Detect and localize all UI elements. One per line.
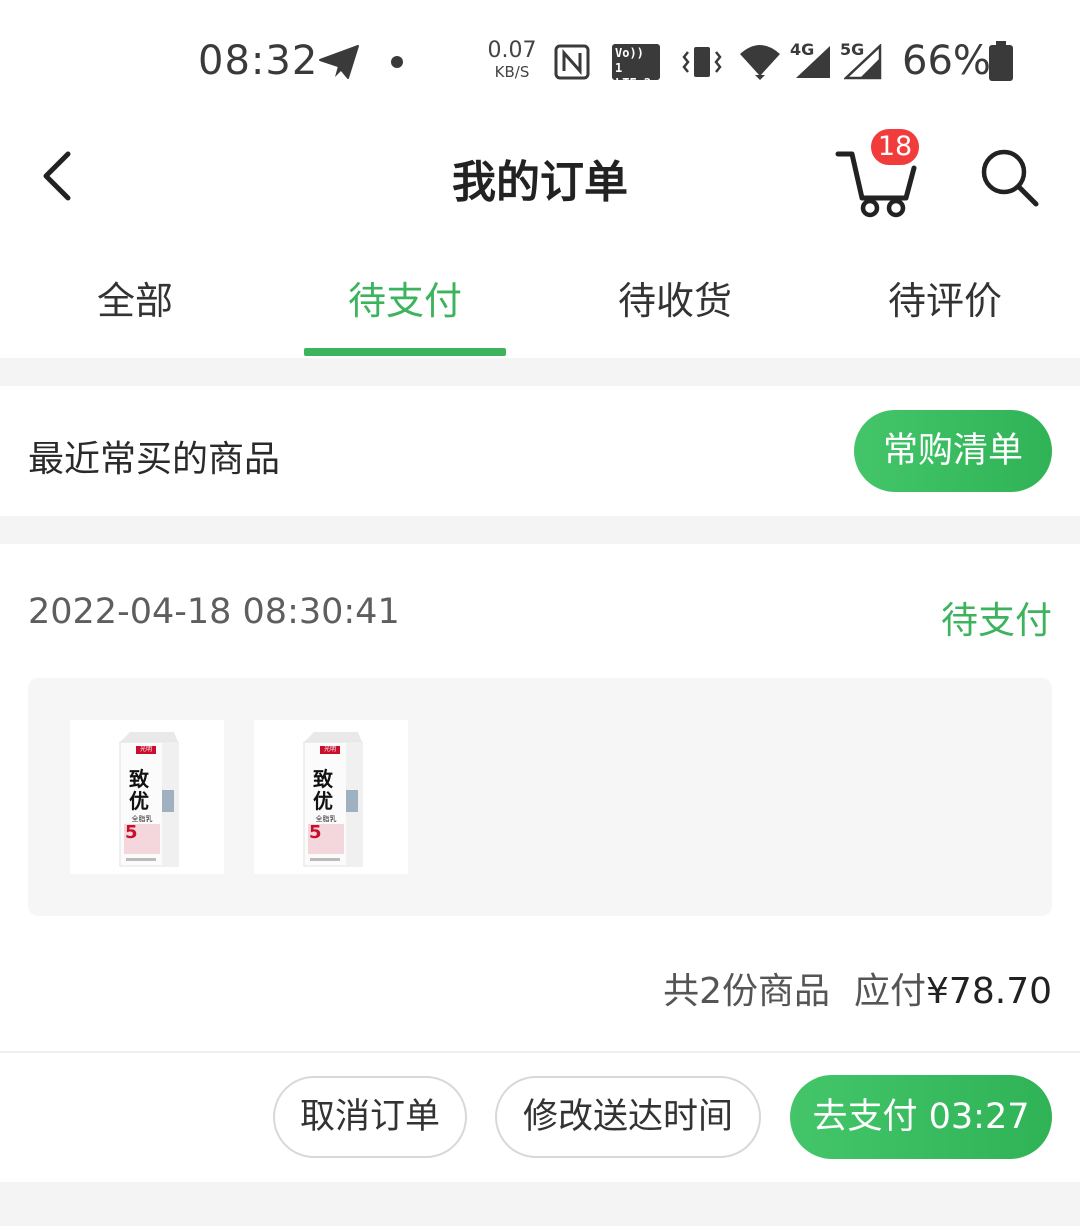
- battery-icon: [989, 41, 1013, 81]
- vibrate-icon: [682, 47, 722, 77]
- order-card[interactable]: 2022-04-18 08:30:41 待支付 光明 致优 全脂乳 5 光明 致…: [0, 544, 1080, 1182]
- order-tabs: 全部 待支付 待收货 待评价: [0, 240, 1080, 358]
- tab-pending-review[interactable]: 待评价: [810, 270, 1080, 325]
- pay-button[interactable]: 去支付 03:27: [790, 1075, 1052, 1159]
- tab-all[interactable]: 全部: [0, 270, 270, 325]
- battery-percent: 66%: [902, 38, 991, 84]
- nfc-icon: [554, 44, 590, 80]
- signal-5g-icon: [844, 44, 882, 80]
- net-speed: 0.07 KB/S: [487, 40, 537, 80]
- cancel-order-button[interactable]: 取消订单: [273, 1076, 467, 1158]
- cart-badge: 18: [868, 126, 922, 168]
- sim1-label: 1: [615, 61, 623, 75]
- product-thumbnail[interactable]: 光明 致优 全脂乳 5: [70, 720, 224, 874]
- order-products[interactable]: 光明 致优 全脂乳 5 光明 致优 全脂乳 5: [28, 678, 1052, 916]
- section-divider: [0, 358, 1080, 386]
- product-badge: 5: [309, 822, 322, 843]
- tab-active-indicator: [304, 348, 506, 356]
- frequent-items-section: 最近常买的商品 常购清单: [0, 386, 1080, 516]
- header-bar: 我的订单 18: [0, 120, 1080, 232]
- item-count: 共2份商品: [663, 971, 831, 1012]
- search-icon[interactable]: [978, 146, 1042, 210]
- frequent-items-title: 最近常买的商品: [28, 439, 281, 480]
- volte-line2: LTE: [615, 76, 637, 90]
- card-divider: [0, 1051, 1080, 1053]
- product-badge: 5: [125, 822, 138, 843]
- order-datetime: 2022-04-18 08:30:41: [28, 592, 400, 632]
- payable-label: 应付: [854, 971, 927, 1012]
- notification-dot-icon: [391, 56, 403, 68]
- status-bar: 08:32 0.07 KB/S Vo)) 1 LTE 2 4G 5G 66%: [0, 0, 1080, 120]
- modify-delivery-time-button[interactable]: 修改送达时间: [495, 1076, 761, 1158]
- product-brand: 光明: [323, 746, 336, 753]
- telegram-icon: [319, 45, 359, 79]
- volte-icon: Vo)) 1 LTE 2: [612, 44, 660, 90]
- net-speed-unit: KB/S: [494, 63, 530, 81]
- wifi-icon: [740, 45, 780, 80]
- product-name: 致优: [129, 767, 149, 813]
- product-brand: 光明: [139, 746, 152, 753]
- section-divider: [0, 516, 1080, 544]
- signal-4g-icon: [796, 46, 830, 78]
- volte-line1: Vo)): [615, 46, 644, 60]
- tab-pending-payment[interactable]: 待支付: [270, 270, 540, 325]
- payable-amount: ¥78.70: [926, 971, 1052, 1012]
- status-time: 08:32: [198, 38, 319, 84]
- order-status: 待支付: [941, 599, 1052, 642]
- section-divider: [0, 1182, 1080, 1226]
- sim2-label: 2: [643, 76, 652, 90]
- tab-pending-receipt[interactable]: 待收货: [540, 270, 810, 325]
- product-thumbnail[interactable]: 光明 致优 全脂乳 5: [254, 720, 408, 874]
- order-summary: 共2份商品 应付¥78.70: [663, 962, 1052, 1014]
- frequent-list-button[interactable]: 常购清单: [854, 410, 1052, 492]
- net-speed-value: 0.07: [487, 38, 537, 63]
- product-name: 致优: [313, 767, 333, 813]
